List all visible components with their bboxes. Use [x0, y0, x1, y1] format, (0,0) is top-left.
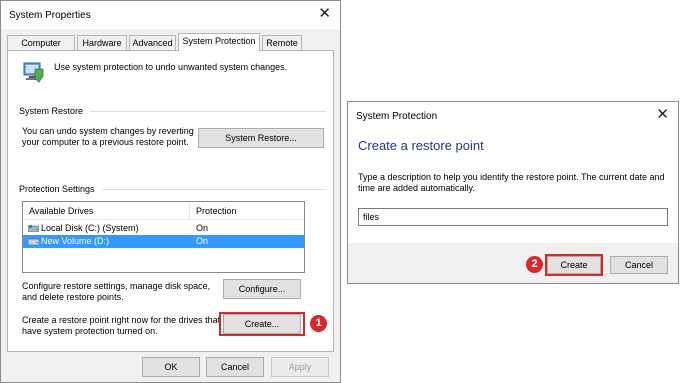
- tab-hardware[interactable]: Hardware: [77, 35, 127, 51]
- configure-text-line1: Configure restore settings, manage disk …: [22, 281, 211, 291]
- create-text-line1: Create a restore point right now for the…: [22, 315, 221, 325]
- description-line2: time are added automatically.: [358, 183, 475, 193]
- tab-system-protection[interactable]: System Protection: [178, 33, 260, 51]
- dialog-heading: Create a restore point: [358, 138, 484, 153]
- apply-button[interactable]: Apply: [271, 357, 329, 377]
- drive-name: Local Disk (C:) (System): [41, 223, 139, 233]
- configure-text-line2: and delete restore points.: [22, 292, 124, 302]
- intro-text: Use system protection to undo unwanted s…: [54, 62, 288, 72]
- divider: [90, 111, 326, 112]
- divider: [102, 189, 326, 190]
- dialog-title: System Protection: [356, 111, 438, 122]
- column-header-protection[interactable]: Protection: [196, 206, 237, 216]
- step-2-badge: 2: [526, 256, 543, 273]
- title-bar: System Properties ✕: [1, 1, 340, 29]
- cancel-button[interactable]: Cancel: [610, 256, 668, 274]
- drive-protection-status: On: [196, 223, 209, 233]
- system-drive-icon: [28, 225, 39, 232]
- configure-button[interactable]: Configure...: [223, 279, 301, 299]
- system-restore-heading: System Restore: [19, 106, 84, 116]
- drive-icon: [28, 238, 39, 245]
- dialog-description: Type a description to help you identify …: [358, 172, 670, 194]
- drive-row[interactable]: Local Disk (C:) (System) On: [23, 222, 304, 235]
- system-restore-text-line1: You can undo system changes by reverting: [22, 126, 194, 136]
- create-text-line2: have system protection turned on.: [22, 326, 158, 336]
- drives-list-header: Available Drives Protection: [23, 202, 304, 220]
- step-1-badge: 1: [310, 315, 327, 332]
- system-restore-button[interactable]: System Restore...: [198, 128, 324, 148]
- column-separator: [189, 202, 190, 220]
- system-properties-window: System Properties ✕ Computer Name Hardwa…: [0, 0, 341, 383]
- close-icon[interactable]: ✕: [318, 5, 331, 23]
- create-button[interactable]: Create: [547, 256, 601, 274]
- system-protection-icon: [23, 62, 44, 83]
- dialog-content: System Protection ✕ Create a restore poi…: [348, 102, 678, 243]
- tab-panel: Use system protection to undo unwanted s…: [7, 50, 334, 352]
- system-protection-dialog: System Protection ✕ Create a restore poi…: [347, 101, 679, 284]
- close-icon[interactable]: ✕: [656, 106, 669, 124]
- tab-remote[interactable]: Remote: [262, 35, 302, 51]
- column-header-available-drives[interactable]: Available Drives: [29, 206, 93, 216]
- window-title: System Properties: [9, 10, 91, 21]
- drives-list[interactable]: Available Drives Protection Local Disk (…: [22, 201, 305, 273]
- system-restore-text-line2: your computer to a previous restore poin…: [22, 137, 189, 147]
- drive-row-selected[interactable]: New Volume (D:) On: [23, 235, 304, 248]
- description-line1: Type a description to help you identify …: [358, 172, 665, 182]
- protection-settings-heading: Protection Settings: [19, 184, 95, 194]
- drive-protection-status: On: [196, 236, 209, 246]
- drive-name: New Volume (D:): [41, 236, 110, 246]
- restore-point-description-input[interactable]: files: [358, 208, 668, 226]
- tab-advanced[interactable]: Advanced: [129, 35, 176, 51]
- tab-computer-name[interactable]: Computer Name: [7, 35, 75, 62]
- ok-button[interactable]: OK: [142, 357, 200, 377]
- cancel-button[interactable]: Cancel: [206, 357, 264, 377]
- create-button[interactable]: Create...: [223, 314, 301, 334]
